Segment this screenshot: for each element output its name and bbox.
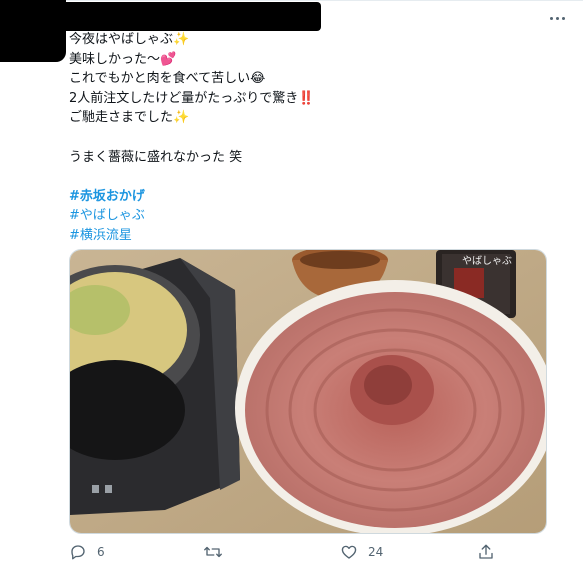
tweet-text: 今夜はやばしゃぶ✨ 美味しかった〜💕 これでもかと肉を食べて苦しい😂 2人前注文…: [69, 30, 569, 246]
retweet-button[interactable]: [203, 539, 233, 565]
tweet-actions: 6 24: [69, 539, 499, 565]
tweet-line: これでもかと肉を食べて苦しい😂: [69, 71, 266, 87]
reply-button[interactable]: 6: [69, 539, 105, 565]
share-icon: [479, 544, 493, 559]
redacted-username: [8, 2, 321, 31]
bottle-label: やばしゃぶ: [462, 255, 512, 267]
hashtag-link[interactable]: #赤坂おかげ: [69, 187, 569, 207]
photo-svg: やばしゃぶ: [70, 250, 546, 533]
retweet-icon: [204, 546, 222, 558]
hashtag-link[interactable]: #やばしゃぶ: [69, 206, 569, 226]
like-button[interactable]: 24: [340, 539, 383, 565]
tweet-line: うまく薔薇に盛れなかった 笑: [69, 149, 243, 165]
heart-icon: [341, 545, 357, 559]
share-button[interactable]: [477, 539, 495, 565]
top-divider: [0, 0, 583, 1]
reply-count: 6: [97, 545, 105, 559]
tweet-line: 今夜はやばしゃぶ✨: [69, 32, 190, 47]
hashtag-link[interactable]: #横浜流星: [69, 226, 569, 246]
tweet-line: ご馳走さまでした✨: [69, 110, 190, 126]
hotpot-icon: [70, 258, 240, 515]
tweet-line: 2人前注文したけど量がたっぷりで驚き‼️: [69, 90, 315, 106]
meat-plate-icon: [235, 280, 546, 533]
reply-icon: [71, 545, 85, 560]
tweet-line: 美味しかった〜💕: [69, 51, 177, 67]
like-count: 24: [368, 545, 384, 559]
more-options-icon[interactable]: [544, 8, 570, 28]
tweet-photo[interactable]: やばしゃぶ: [69, 249, 547, 534]
